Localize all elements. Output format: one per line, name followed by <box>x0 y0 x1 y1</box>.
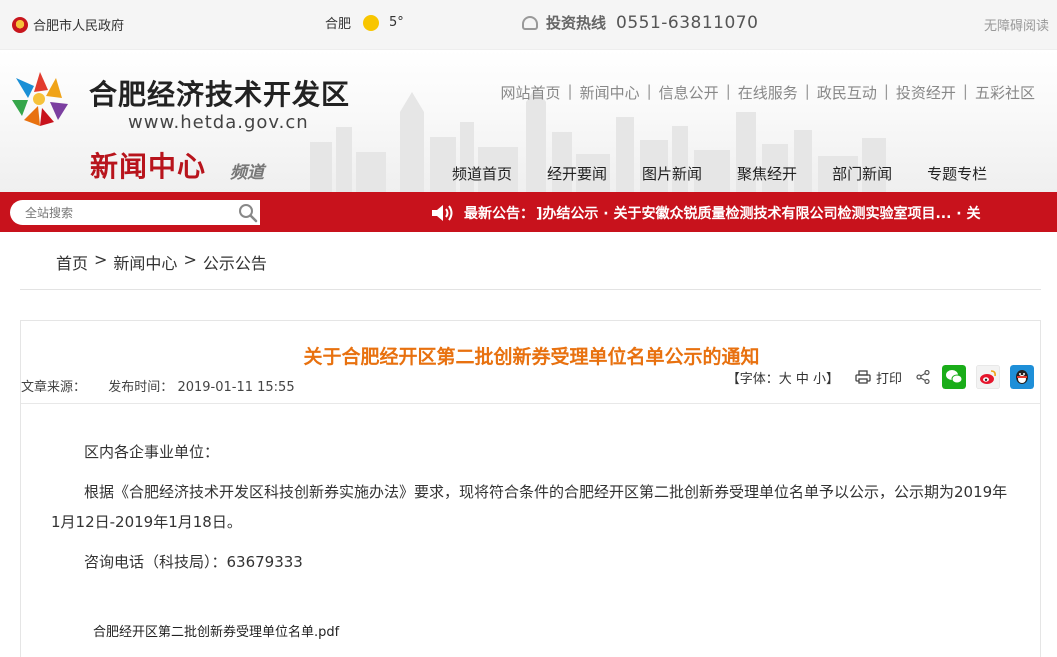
search-box <box>10 200 260 225</box>
qq-icon[interactable] <box>1010 365 1034 389</box>
sun-icon <box>363 14 380 31</box>
font-size-selector[interactable]: 【字体：大 中 小】 <box>727 368 839 387</box>
weather: 合肥 5° <box>325 13 404 32</box>
emblem-icon <box>12 16 28 33</box>
publish-time: 2019-01-11 15:55 <box>177 380 295 395</box>
weather-city: 合肥 <box>325 17 352 32</box>
main-nav-headlines[interactable]: 经开要闻 <box>547 163 607 184</box>
logo-icon[interactable] <box>10 70 70 128</box>
site-url: www.hetda.gov.cn <box>128 112 309 133</box>
hotline-label: 投资热线 <box>546 14 607 32</box>
breadcrumb-notices[interactable]: 公示公告 <box>203 250 267 274</box>
wechat-icon[interactable] <box>942 365 966 389</box>
top-nav-news[interactable]: 新闻中心 <box>580 82 640 103</box>
search-notice-bar: 最新公告： ]办结公示 · 关于安徽众锐质量检测技术有限公司检测实验室项目...… <box>0 192 1057 232</box>
top-nav-interaction[interactable]: 政民互动 <box>817 82 877 103</box>
main-nav: 频道首页 经开要闻 图片新闻 聚焦经开 部门新闻 专题专栏 <box>452 163 987 184</box>
phone-icon <box>522 15 538 30</box>
top-nav-info[interactable]: 信息公开 <box>659 82 719 103</box>
breadcrumb-news[interactable]: 新闻中心 <box>113 250 177 274</box>
gov-link[interactable]: 合肥市人民政府 <box>12 15 124 34</box>
notice-text[interactable]: ]办结公示 · 关于安徽众锐质量检测技术有限公司检测实验室项目... · 关 <box>536 203 981 223</box>
top-nav: 网站首页 | 新闻中心 | 信息公开 | 在线服务 | 政民互动 | 投资经开 … <box>500 82 1035 103</box>
speaker-icon <box>432 205 453 221</box>
weather-temp: 5° <box>389 15 404 30</box>
site-header: 合肥经济技术开发区 www.hetda.gov.cn 新闻中心 频道 网站首页 … <box>0 50 1057 192</box>
print-button[interactable]: 打印 <box>876 368 902 387</box>
meta-divider <box>21 403 1040 404</box>
source-label: 文章来源： <box>21 380 87 395</box>
main-nav-department[interactable]: 部门新闻 <box>832 163 892 184</box>
article: 关于合肥经开区第二批创新券受理单位名单公示的通知 文章来源： 发布时间： 201… <box>20 320 1041 657</box>
investment-hotline: 投资热线 0551-63811070 <box>522 12 758 33</box>
article-tools: 【字体：大 中 小】 打印 <box>727 365 1034 389</box>
notice-label: 最新公告： <box>464 206 534 222</box>
top-nav-home[interactable]: 网站首页 <box>501 82 561 103</box>
site-title: 合肥经济技术开发区 <box>89 78 351 111</box>
channel-sub: 频道 <box>230 163 264 183</box>
channel-name: 新闻中心 <box>90 150 207 183</box>
top-nav-community[interactable]: 五彩社区 <box>975 82 1035 103</box>
top-nav-service[interactable]: 在线服务 <box>738 82 798 103</box>
share-icon[interactable] <box>916 370 930 384</box>
print-icon[interactable] <box>855 370 871 384</box>
top-nav-invest[interactable]: 投资经开 <box>896 82 956 103</box>
search-input[interactable] <box>25 205 225 220</box>
main-nav-topics[interactable]: 专题专栏 <box>927 163 987 184</box>
article-paragraph: 根据《合肥经济技术开发区科技创新券实施办法》要求，现将符合条件的合肥经开区第二批… <box>51 483 1008 531</box>
article-meta: 文章来源： 发布时间： 2019-01-11 15:55 <box>21 376 295 395</box>
notice-ticker: 最新公告： ]办结公示 · 关于安徽众锐质量检测技术有限公司检测实验室项目...… <box>430 203 1057 223</box>
accessibility-link[interactable]: 无障碍阅读 <box>984 15 1049 34</box>
main-nav-focus[interactable]: 聚焦经开 <box>737 163 797 184</box>
article-paragraph: 区内各企事业单位： <box>84 443 220 461</box>
article-paragraph: 咨询电话（科技局）：63679333 <box>84 553 303 571</box>
article-body: 区内各企事业单位： 根据《合肥经济技术开发区科技创新券实施办法》要求，现将符合条… <box>51 437 1013 587</box>
gov-name: 合肥市人民政府 <box>33 19 125 34</box>
top-bar: 合肥市人民政府 合肥 5° 投资热线 0551-63811070 无障碍阅读 <box>0 0 1057 50</box>
main-nav-channel-home[interactable]: 频道首页 <box>452 163 512 184</box>
main-nav-photo-news[interactable]: 图片新闻 <box>642 163 702 184</box>
attachment-link[interactable]: 合肥经开区第二批创新券受理单位名单.pdf <box>93 621 339 640</box>
breadcrumb: 首页 > 新闻中心 > 公示公告 <box>20 250 1041 290</box>
weibo-icon[interactable] <box>976 365 1000 389</box>
search-icon[interactable] <box>237 202 258 223</box>
hotline-number: 0551-63811070 <box>616 12 759 33</box>
time-label: 发布时间： <box>108 380 174 395</box>
breadcrumb-home[interactable]: 首页 <box>56 250 88 274</box>
